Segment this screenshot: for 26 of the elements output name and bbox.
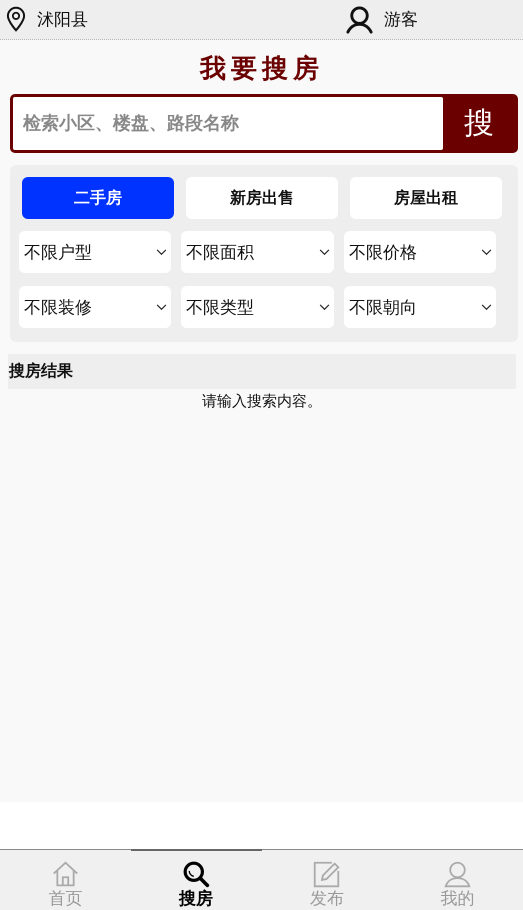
filter-dropdown[interactable]: 不限面积: [181, 231, 334, 273]
chevron-down-icon: [319, 248, 330, 256]
filter-dropdown[interactable]: 不限装修: [19, 286, 171, 328]
location-label[interactable]: 沭阳县: [37, 8, 88, 31]
filter-dropdown[interactable]: 不限价格: [344, 231, 496, 273]
results-heading: 搜房结果: [9, 361, 73, 382]
chevron-down-icon: [319, 304, 330, 310]
location-pin-icon: [5, 6, 27, 33]
category-tab[interactable]: 房屋出租: [350, 177, 502, 219]
filter-dropdown[interactable]: 不限朝向: [344, 286, 496, 328]
search-icon: [180, 860, 212, 889]
user-icon: [442, 860, 474, 889]
nav-item[interactable]: 搜房: [130, 849, 262, 910]
chevron-down-icon: [481, 248, 492, 256]
chevron-down-icon: [481, 304, 492, 310]
chevron-down-icon: [156, 248, 167, 256]
category-tab[interactable]: 二手房: [22, 177, 174, 219]
filter-dropdown[interactable]: 不限户型: [19, 231, 171, 273]
empty-message: 请输入搜索内容。: [201, 392, 323, 411]
category-tab[interactable]: 新房出售: [186, 177, 338, 219]
user-label[interactable]: 游客: [384, 8, 418, 31]
filter-dropdown[interactable]: 不限类型: [181, 286, 334, 328]
user-icon: [345, 5, 374, 34]
page-title: 我要搜房: [198, 53, 325, 86]
chevron-down-icon: [156, 304, 167, 310]
edit-icon: [311, 860, 342, 889]
